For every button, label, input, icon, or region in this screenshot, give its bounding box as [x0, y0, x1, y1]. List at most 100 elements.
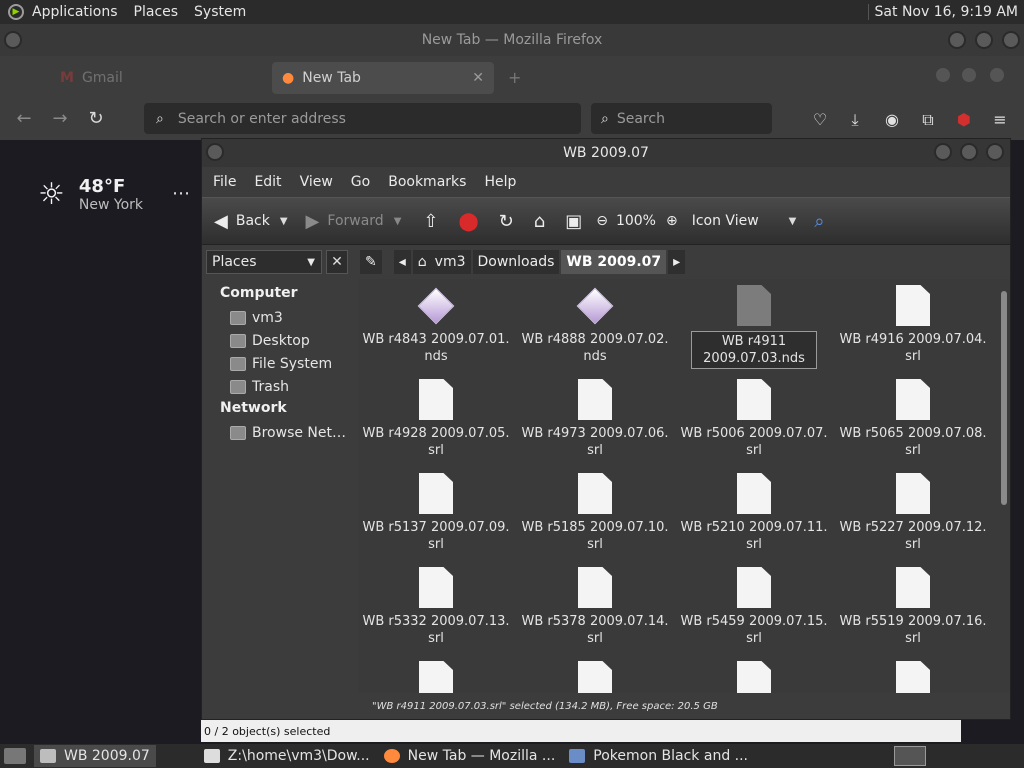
file-item[interactable]: WB r5332 2009.07.13. srl — [361, 567, 511, 647]
menu-help[interactable]: Help — [475, 174, 525, 190]
scrollbar-thumb[interactable] — [1001, 291, 1007, 505]
side-pane-select[interactable]: Places ▼ — [206, 250, 322, 274]
zoom-out-icon[interactable]: ⊖ — [596, 213, 616, 229]
computer-icon[interactable]: ▣ — [565, 211, 590, 232]
reload-icon[interactable]: ↻ — [499, 211, 522, 232]
minimize-icon[interactable] — [934, 143, 952, 161]
file-item[interactable]: WB r4888 2009.07.02. nds — [520, 285, 670, 365]
file-item[interactable]: WB r5006 2009.07.07. srl — [679, 379, 829, 459]
taskbar-item-firefox[interactable]: New Tab — Mozilla ... — [378, 745, 562, 767]
menu-go[interactable]: Go — [342, 174, 379, 190]
ublock-icon[interactable]: ⬢ — [954, 110, 974, 129]
up-arrow-icon[interactable]: ⇧ — [423, 211, 446, 232]
reload-icon[interactable]: ↻ — [85, 108, 107, 129]
icon-view[interactable]: WB r4843 2009.07.01. nds WB r4888 2009.07… — [358, 279, 998, 693]
menu-view[interactable]: View — [291, 174, 342, 190]
taskbar-item-file-manager[interactable]: WB 2009.07 — [34, 745, 156, 767]
sidebar-item-desktop[interactable]: Desktop — [202, 329, 352, 352]
sidebar-item-trash[interactable]: Trash — [202, 375, 352, 398]
search-icon[interactable]: ⌕ — [814, 211, 832, 232]
stop-icon[interactable]: ⬤ — [459, 211, 487, 232]
file-item[interactable]: WB r4843 2009.07.01. nds — [361, 285, 511, 365]
file-item[interactable] — [679, 661, 829, 693]
sidebar-item-file-system[interactable]: File System — [202, 352, 352, 375]
maximize-icon[interactable] — [975, 31, 993, 49]
more-options-icon[interactable]: ⋯ — [172, 183, 190, 204]
location-bar: Places ▼ ✕ ✎ ◂ ⌂ vm3 Downloads WB 2009.07… — [202, 245, 1010, 279]
maximize-icon[interactable] — [962, 68, 976, 82]
file-item[interactable]: WB r4928 2009.07.05. srl — [361, 379, 511, 459]
menu-bookmarks[interactable]: Bookmarks — [379, 174, 475, 190]
account-icon[interactable]: ◉ — [882, 110, 902, 129]
close-icon[interactable] — [986, 143, 1004, 161]
chevron-down-icon[interactable]: ▼ — [394, 216, 402, 227]
tab-gmail[interactable]: M Gmail — [50, 62, 265, 94]
chevron-down-icon[interactable]: ▼ — [280, 216, 288, 227]
back-button[interactable]: ◀ Back ▼ — [214, 211, 288, 232]
file-item[interactable]: WB r5137 2009.07.09. srl — [361, 473, 511, 553]
menu-system[interactable]: System — [186, 4, 254, 20]
vertical-scrollbar[interactable] — [998, 279, 1010, 693]
maximize-icon[interactable] — [960, 143, 978, 161]
weather-widget[interactable]: ☼ 48°F New York — [38, 176, 143, 213]
firefox-titlebar[interactable]: New Tab — Mozilla Firefox — [0, 24, 1024, 56]
hamburger-menu-icon[interactable]: ≡ — [990, 110, 1010, 129]
file-item[interactable]: WB r5378 2009.07.14. srl — [520, 567, 670, 647]
chevron-down-icon[interactable]: ▼ — [789, 216, 797, 227]
distro-logo-icon[interactable]: ▶ — [8, 4, 24, 20]
file-item[interactable]: WB r4916 2009.07.04. srl — [838, 285, 988, 365]
close-sidebar-button[interactable]: ✕ — [326, 250, 348, 274]
back-arrow-icon[interactable]: ← — [13, 108, 35, 129]
search-box[interactable]: ⌕ Search — [591, 103, 772, 134]
taskbar-item-7zip[interactable]: Z:\home\vm3\Dow... — [198, 745, 376, 767]
sidebar-item-browse-network[interactable]: Browse Net… — [202, 421, 352, 444]
breadcrumb-current[interactable]: WB 2009.07 — [561, 250, 667, 274]
new-tab-plus-icon[interactable]: + — [508, 68, 521, 87]
file-item[interactable]: WB r5185 2009.07.10. srl — [520, 473, 670, 553]
minimize-icon[interactable] — [936, 68, 950, 82]
chevron-right-icon[interactable]: ▸ — [668, 250, 686, 274]
zoom-in-icon[interactable]: ⊕ — [666, 213, 686, 229]
breadcrumb-vm3[interactable]: ⌂ vm3 — [412, 250, 471, 274]
close-icon[interactable] — [1002, 31, 1020, 49]
file-item[interactable]: WB r5519 2009.07.16. srl — [838, 567, 988, 647]
window-menu-icon[interactable] — [4, 31, 22, 49]
pocket-icon[interactable]: ♡ — [810, 110, 830, 129]
menu-file[interactable]: File — [204, 174, 245, 190]
menu-applications[interactable]: Applications — [24, 4, 126, 20]
sidebar-item-vm3[interactable]: vm3 — [202, 306, 352, 329]
edit-location-icon[interactable]: ✎ — [360, 250, 382, 274]
workspace-switcher[interactable] — [894, 746, 926, 766]
chevron-left-icon[interactable]: ◂ — [393, 250, 411, 274]
tab-new-tab[interactable]: ● New Tab ✕ — [272, 62, 494, 94]
file-item[interactable] — [520, 661, 670, 693]
show-desktop-icon[interactable] — [4, 748, 26, 764]
menu-edit[interactable]: Edit — [245, 174, 290, 190]
file-item[interactable]: WB r4911 2009.07.03.nds — [679, 285, 829, 369]
rename-field[interactable]: WB r4911 2009.07.03.nds — [691, 331, 817, 369]
forward-button[interactable]: ▶ Forward ▼ — [306, 211, 402, 232]
file-item[interactable]: WB r5459 2009.07.15. srl — [679, 567, 829, 647]
window-menu-icon[interactable] — [206, 143, 224, 161]
file-item[interactable]: WB r5210 2009.07.11. srl — [679, 473, 829, 553]
breadcrumb-downloads[interactable]: Downloads — [472, 250, 560, 274]
file-item[interactable]: WB r5227 2009.07.12. srl — [838, 473, 988, 553]
minimize-icon[interactable] — [948, 31, 966, 49]
taskbar-item-pokemon[interactable]: Pokemon Black and ... — [563, 745, 754, 767]
home-folder-icon[interactable]: ⌂ — [534, 211, 553, 232]
file-item[interactable]: WB r4973 2009.07.06. srl — [520, 379, 670, 459]
file-item[interactable] — [361, 661, 511, 693]
menu-places[interactable]: Places — [126, 4, 187, 20]
address-bar[interactable]: ⌕ Search or enter address — [144, 103, 581, 134]
close-window-icon[interactable] — [990, 68, 1004, 82]
clock[interactable]: Sat Nov 16, 9:19 AM — [867, 4, 1024, 20]
extensions-icon[interactable]: ⧉ — [918, 110, 938, 130]
close-tab-icon[interactable]: ✕ — [472, 70, 484, 86]
file-item[interactable] — [838, 661, 988, 693]
file-item[interactable]: WB r5065 2009.07.08. srl — [838, 379, 988, 459]
view-mode-select[interactable]: Icon View ▼ — [692, 213, 797, 229]
file-manager-titlebar[interactable]: WB 2009.07 — [202, 139, 1010, 167]
downloads-icon[interactable]: ⤓ — [845, 110, 865, 130]
file-icon — [896, 567, 930, 608]
forward-arrow-icon[interactable]: → — [49, 108, 71, 129]
